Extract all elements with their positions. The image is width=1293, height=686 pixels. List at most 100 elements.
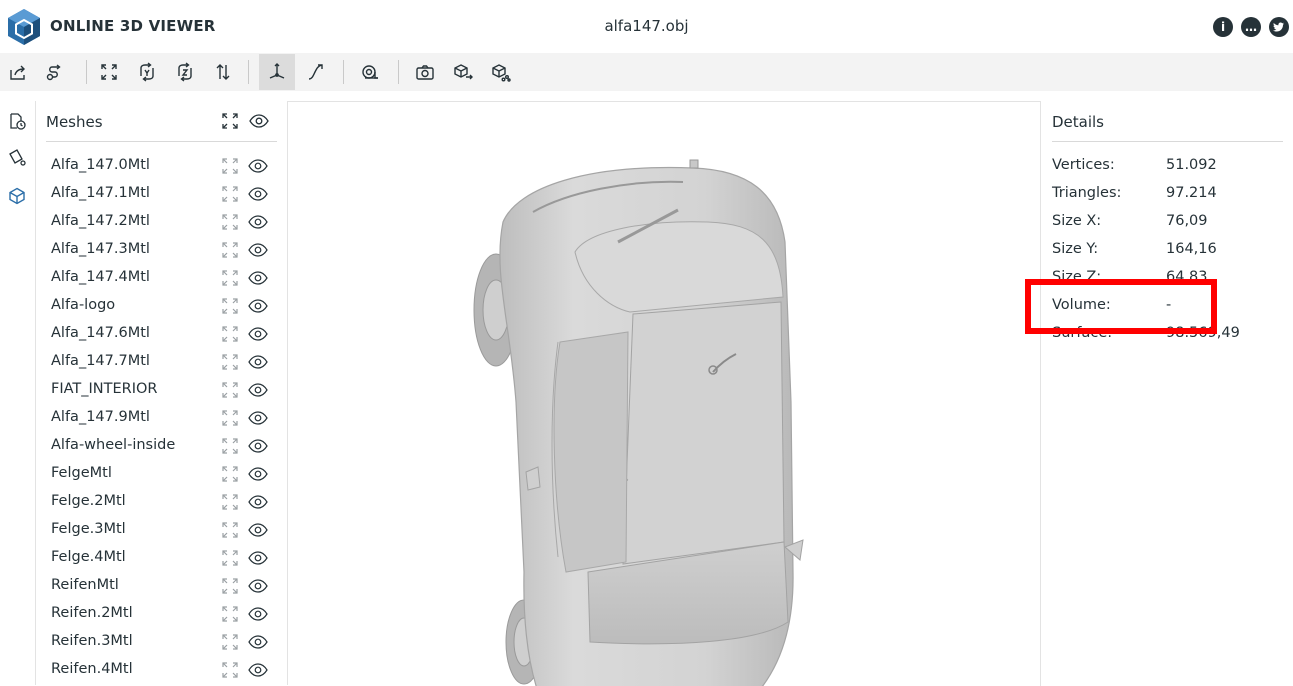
fit-mesh-icon[interactable] xyxy=(221,381,239,399)
mesh-list-item[interactable]: Felge.2Mtl xyxy=(36,488,287,516)
fit-mesh-icon[interactable] xyxy=(221,157,239,175)
mesh-list-item[interactable]: Felge.3Mtl xyxy=(36,516,287,544)
meshes-divider xyxy=(46,141,277,142)
fit-mesh-icon[interactable] xyxy=(221,605,239,623)
fit-mesh-icon[interactable] xyxy=(221,661,239,679)
fit-mesh-icon[interactable] xyxy=(221,269,239,287)
eye-icon[interactable] xyxy=(248,437,268,455)
eye-icon[interactable] xyxy=(248,325,268,343)
eye-icon[interactable] xyxy=(248,493,268,511)
twitter-icon[interactable] xyxy=(1269,17,1289,37)
materials-button[interactable] xyxy=(6,146,28,168)
app-title: ONLINE 3D VIEWER xyxy=(50,17,216,35)
fit-mesh-icon[interactable] xyxy=(221,437,239,455)
mesh-list-item[interactable]: Alfa-logo xyxy=(36,292,287,320)
fixed-up-icon xyxy=(269,63,285,79)
mesh-list-item[interactable]: Alfa_147.1Mtl xyxy=(36,180,287,208)
fit-mesh-icon[interactable] xyxy=(221,549,239,567)
car-model xyxy=(473,159,804,686)
eye-icon[interactable] xyxy=(248,521,268,539)
camera-icon xyxy=(416,65,434,80)
eye-icon[interactable] xyxy=(248,241,268,259)
eye-icon[interactable] xyxy=(248,465,268,483)
mesh-list-item[interactable]: Reifen.4Mtl xyxy=(36,656,287,684)
mesh-list-item[interactable]: FelgeMtl xyxy=(36,460,287,488)
meshes-nav-button[interactable] xyxy=(6,185,28,207)
eye-icon[interactable] xyxy=(248,409,268,427)
eye-icon[interactable] xyxy=(248,185,268,203)
open-file-button[interactable] xyxy=(0,54,36,90)
property-name: Size X: xyxy=(1052,213,1102,229)
fit-mesh-icon[interactable] xyxy=(221,185,239,203)
mesh-list-item[interactable]: Alfa_147.3Mtl xyxy=(36,236,287,264)
mesh-list-item[interactable]: FIAT_INTERIOR xyxy=(36,376,287,404)
flip-up-button[interactable] xyxy=(205,54,241,90)
message-icon[interactable]: … xyxy=(1241,17,1261,37)
fixed-up-vector-button[interactable] xyxy=(259,54,295,90)
eye-icon[interactable] xyxy=(248,213,268,231)
up-y-icon xyxy=(140,62,154,82)
eye-icon[interactable] xyxy=(248,157,268,175)
fit-all-icon[interactable] xyxy=(221,112,239,130)
3d-viewer[interactable] xyxy=(288,101,1041,686)
eye-icon[interactable] xyxy=(248,633,268,651)
fit-mesh-icon[interactable] xyxy=(221,409,239,427)
export-model-button[interactable] xyxy=(445,54,481,90)
fit-mesh-icon[interactable] xyxy=(221,353,239,371)
mesh-list-item[interactable]: Alfa_147.9Mtl xyxy=(36,404,287,432)
file-info-button[interactable] xyxy=(6,110,28,132)
set-up-z-button[interactable] xyxy=(167,54,203,90)
eye-icon[interactable] xyxy=(248,549,268,567)
share-model-button[interactable] xyxy=(483,54,519,90)
eye-icon[interactable] xyxy=(248,269,268,287)
fit-mesh-icon[interactable] xyxy=(221,465,239,483)
meshes-panel: Meshes Alfa_147.0Mtl Alfa_147.1Mtl Alfa_14… xyxy=(36,101,288,685)
export-snapshot-button[interactable] xyxy=(407,54,443,90)
eye-icon[interactable] xyxy=(248,661,268,679)
fit-to-window-button[interactable] xyxy=(91,54,127,90)
mesh-name: FelgeMtl xyxy=(51,465,112,481)
meshes-icon xyxy=(9,187,25,205)
mesh-list-item[interactable]: Alfa-wheel-inside xyxy=(36,432,287,460)
share-icon xyxy=(492,64,511,82)
open-url-button[interactable] xyxy=(36,54,72,90)
mesh-name: Felge.4Mtl xyxy=(51,549,126,565)
mesh-list-item[interactable]: Reifen.2Mtl xyxy=(36,600,287,628)
mesh-list-item[interactable]: ReifenMtl xyxy=(36,572,287,600)
mesh-list-item[interactable]: Alfa_147.7Mtl xyxy=(36,348,287,376)
mesh-list-item[interactable]: Alfa_147.4Mtl xyxy=(36,264,287,292)
fit-mesh-icon[interactable] xyxy=(221,213,239,231)
flip-icon xyxy=(216,64,230,80)
property-name: Triangles: xyxy=(1052,185,1122,201)
eye-icon[interactable] xyxy=(248,605,268,623)
fit-mesh-icon[interactable] xyxy=(221,521,239,539)
left-nav xyxy=(0,101,36,685)
fit-mesh-icon[interactable] xyxy=(221,633,239,651)
fit-mesh-icon[interactable] xyxy=(221,493,239,511)
free-orbit-button[interactable] xyxy=(298,54,334,90)
mesh-name: Alfa_147.1Mtl xyxy=(51,185,150,201)
fit-mesh-icon[interactable] xyxy=(221,577,239,595)
mesh-list: Alfa_147.0Mtl Alfa_147.1Mtl Alfa_147.2Mtl A… xyxy=(36,152,287,684)
details-title: Details xyxy=(1052,113,1105,131)
eye-icon[interactable] xyxy=(248,577,268,595)
set-up-y-button[interactable] xyxy=(129,54,165,90)
fit-mesh-icon[interactable] xyxy=(221,241,239,259)
info-icon[interactable]: i xyxy=(1213,17,1233,37)
app-logo-icon[interactable] xyxy=(7,8,41,46)
measure-button[interactable] xyxy=(352,54,388,90)
eye-icon[interactable] xyxy=(248,381,268,399)
show-all-eye-icon[interactable] xyxy=(249,112,269,130)
eye-icon[interactable] xyxy=(248,297,268,315)
mesh-name: Alfa-wheel-inside xyxy=(51,437,176,453)
mesh-list-item[interactable]: Alfa_147.0Mtl xyxy=(36,152,287,180)
mesh-list-item[interactable]: Felge.4Mtl xyxy=(36,544,287,572)
mesh-name: Alfa_147.7Mtl xyxy=(51,353,150,369)
eye-icon[interactable] xyxy=(248,353,268,371)
mesh-list-item[interactable]: Reifen.3Mtl xyxy=(36,628,287,656)
fit-mesh-icon[interactable] xyxy=(221,297,239,315)
mesh-list-item[interactable]: Alfa_147.2Mtl xyxy=(36,208,287,236)
fit-mesh-icon[interactable] xyxy=(221,325,239,343)
mesh-list-item[interactable]: Alfa_147.6Mtl xyxy=(36,320,287,348)
toolbar xyxy=(0,53,1293,91)
